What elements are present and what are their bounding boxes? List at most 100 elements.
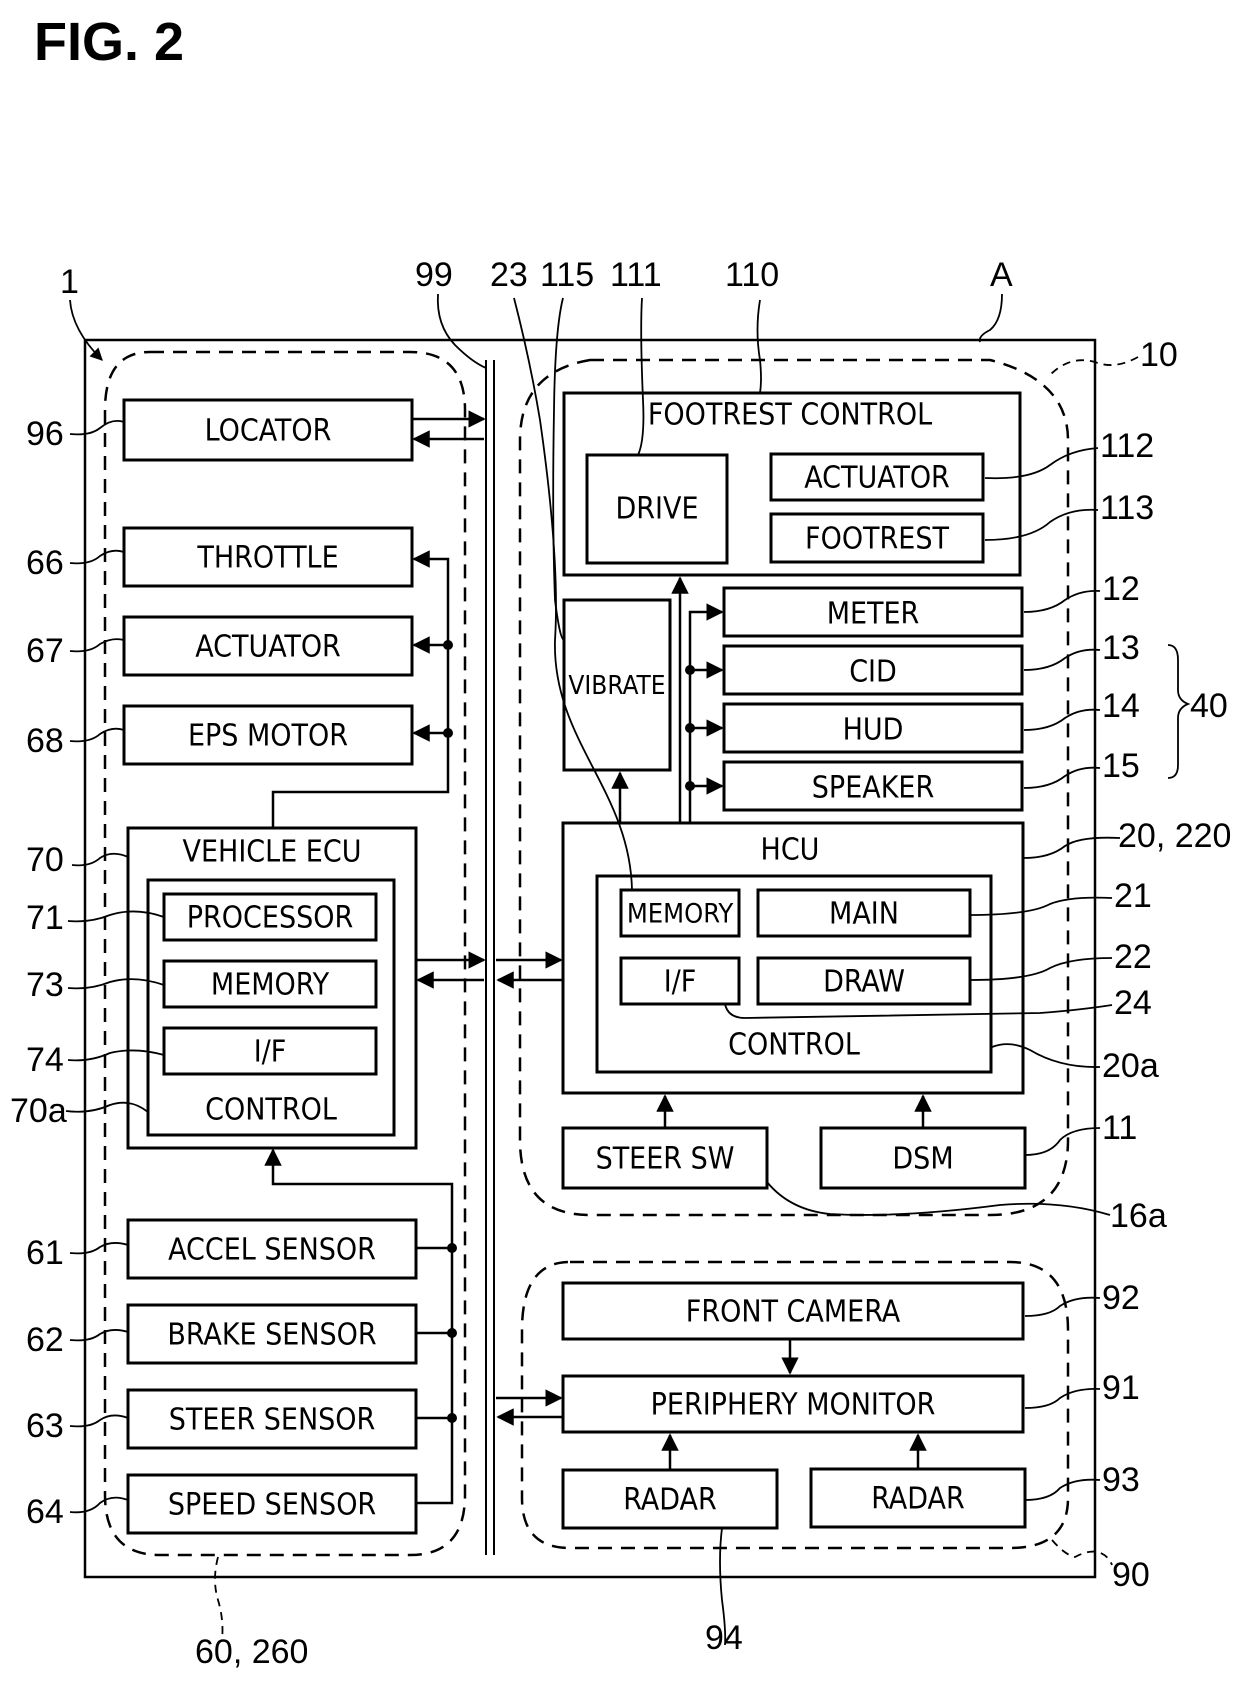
ref-11: 11 [1102,1109,1137,1147]
brake-sensor-block[interactable]: BRAKE SENSOR [126,1303,418,1365]
draw-block[interactable]: DRAW [756,956,972,1006]
periphery-monitor-block[interactable]: PERIPHERY MONITOR [561,1374,1025,1434]
hud-block[interactable]: HUD [722,702,1024,754]
dsm-block[interactable]: DSM [819,1126,1027,1190]
junction-dot [447,1328,457,1338]
actuator-right-block[interactable]: ACTUATOR [769,452,985,502]
radar-left-block[interactable]: RADAR [561,1468,779,1530]
if-left-block[interactable]: I/F [162,1026,378,1076]
ref-63: 63 [26,1407,64,1445]
ref-24: 24 [1114,984,1152,1022]
memory-right-block[interactable]: MEMORY [619,888,741,938]
ref-113: 113 [1100,489,1154,527]
leader-62 [69,1329,129,1342]
leader-60-260 [214,1556,224,1641]
leader-64 [69,1496,129,1514]
ref-94: 94 [705,1619,743,1657]
throttle-label: THROTTLE [196,541,338,576]
brace-40 [1167,644,1191,779]
leader-66 [69,549,125,565]
junction-dot [685,723,695,733]
leader-13 [1023,648,1101,671]
steer-sensor-label: STEER SENSOR [169,1403,376,1438]
footrest-block[interactable]: FOOTREST [769,512,985,564]
processor-block[interactable]: PROCESSOR [162,892,378,942]
ref-110: 110 [725,256,779,294]
vibrate-label: VIBRATE [568,671,665,701]
if-left-label: I/F [254,1035,287,1070]
meter-label: METER [827,597,920,632]
leader-67 [69,638,125,653]
ref-67: 67 [26,632,64,670]
leader-12 [1023,590,1101,613]
vibrate-block[interactable]: VIBRATE [562,598,672,772]
main-label: MAIN [829,897,899,932]
leader-14 [1023,708,1101,731]
ref-70: 70 [26,841,64,879]
block-diagram: FIG. 2 LOCATOR THROTTLE ACTUATOR EPS MOT… [10,12,1231,1671]
leader-91 [1024,1388,1101,1409]
ref-22: 22 [1114,938,1152,976]
accel-sensor-block[interactable]: ACCEL SENSOR [126,1218,418,1280]
ref-15: 15 [1102,747,1140,785]
radar-right-block[interactable]: RADAR [809,1467,1027,1529]
ref-93: 93 [1102,1461,1140,1499]
ref-20-220: 20, 220 [1118,817,1231,855]
ref-12: 12 [1102,570,1140,608]
footrest-label: FOOTREST [805,522,949,557]
periphery-monitor-label: PERIPHERY MONITOR [651,1388,936,1423]
control-left-label: CONTROL [205,1093,337,1128]
cid-label: CID [849,655,897,690]
eps-motor-block[interactable]: EPS MOTOR [122,704,414,766]
steer-sw-block[interactable]: STEER SW [561,1126,769,1190]
speaker-label: SPEAKER [812,771,934,806]
ref-99: 99 [415,256,453,294]
if-right-block[interactable]: I/F [619,956,741,1006]
ref-40: 40 [1190,687,1228,725]
ref-73: 73 [26,966,64,1004]
speed-sensor-block[interactable]: SPEED SENSOR [126,1473,418,1535]
steer-sw-label: STEER SW [596,1142,735,1177]
ref-20a: 20a [1102,1047,1159,1085]
actuator-right-label: ACTUATOR [804,461,950,496]
ref-70a: 70a [10,1092,67,1130]
front-camera-block[interactable]: FRONT CAMERA [561,1281,1025,1341]
junction-dot [447,1413,457,1423]
ref-16a: 16a [1110,1197,1167,1235]
memory-left-block[interactable]: MEMORY [162,959,378,1009]
ref-92: 92 [1102,1279,1140,1317]
leader-63 [69,1414,129,1428]
ref-61: 61 [26,1234,64,1272]
ref-115: 115 [540,256,594,294]
front-camera-label: FRONT CAMERA [686,1295,901,1330]
leader-99 [436,293,487,369]
leader-93 [1024,1478,1101,1501]
junction-dot [443,640,453,650]
leader-96 [69,419,125,436]
ref-1: 1 [60,263,79,301]
junction-dot [447,1243,457,1253]
leader-92 [1024,1296,1101,1317]
leader-A [978,293,1003,343]
ref-64: 64 [26,1493,64,1531]
cid-block[interactable]: CID [722,644,1024,696]
vehicle-ecu-label: VEHICLE ECU [183,835,362,870]
hcu-label: HCU [761,833,820,868]
leader-68 [69,727,125,743]
drive-block[interactable]: DRIVE [585,453,729,565]
ref-96: 96 [26,415,64,453]
leader-11 [1024,1127,1101,1156]
ref-90: 90 [1112,1556,1150,1594]
meter-block[interactable]: METER [722,586,1024,638]
drive-label: DRIVE [616,492,699,527]
ref-21: 21 [1114,877,1152,915]
actuator-left-block[interactable]: ACTUATOR [122,615,414,677]
locator-block[interactable]: LOCATOR [122,398,414,462]
footrest-control-label: FOOTREST CONTROL [648,398,932,433]
speaker-block[interactable]: SPEAKER [722,760,1024,812]
main-block[interactable]: MAIN [756,888,972,938]
steer-sensor-block[interactable]: STEER SENSOR [126,1388,418,1450]
throttle-block[interactable]: THROTTLE [122,526,414,588]
ref-14: 14 [1102,687,1140,725]
leader-115 [552,297,565,641]
